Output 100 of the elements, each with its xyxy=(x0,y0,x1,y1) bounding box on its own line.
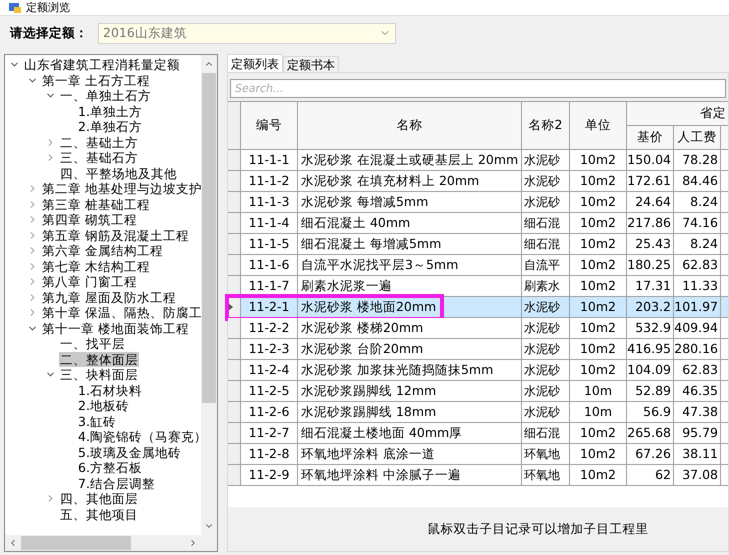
table-cell: 17.31 xyxy=(627,276,674,297)
table-cell: 11-2-1 xyxy=(241,297,298,318)
tree-item[interactable]: 1.单独土方 xyxy=(77,104,143,119)
column-header[interactable]: 名称2 xyxy=(522,102,570,150)
table-cell: 62.83 xyxy=(674,255,721,276)
table-cell: 水泥砂浆 楼地面20mm xyxy=(298,297,522,318)
table-cell: 11.33 xyxy=(674,276,721,297)
tree-item[interactable]: 第四章 砌筑工程 xyxy=(41,212,138,228)
table-cell: 环氧地 xyxy=(522,444,570,465)
table-cell: 10m2 xyxy=(570,465,627,486)
table-cell: 细石混凝土楼地面 40mm厚 xyxy=(298,423,522,444)
tree-item[interactable]: 第十章 保温、隔热、防腐工 xyxy=(41,305,201,320)
table-cell: 104.09 xyxy=(627,360,674,381)
table-cell: 10m2 xyxy=(570,276,627,297)
scroll-thumb[interactable] xyxy=(21,536,131,550)
tree-item[interactable]: 第五章 钢筋及混凝土工程 xyxy=(41,228,190,243)
table-cell: 11-1-5 xyxy=(241,234,298,255)
table-cell: 10m2 xyxy=(570,423,627,444)
tree-item[interactable]: 3.缸砖 xyxy=(77,414,117,429)
scroll-thumb[interactable] xyxy=(202,73,216,403)
tree-item[interactable]: 6.方整石板 xyxy=(77,460,143,476)
column-group-header: 省定 xyxy=(627,102,728,126)
column-header[interactable]: 人工费 xyxy=(674,126,721,150)
table-cell: 11-1-3 xyxy=(241,192,298,213)
search-field[interactable]: Search... xyxy=(230,79,726,98)
quota-dropdown[interactable]: 2016山东建筑 xyxy=(98,22,396,44)
tree-item[interactable]: 第一章 土石方工程 xyxy=(41,72,151,88)
table-cell: 自流平 xyxy=(522,255,570,276)
tree-item[interactable]: 第七章 木结构工程 xyxy=(41,258,151,274)
tree-item[interactable]: 第八章 门窗工程 xyxy=(41,274,138,290)
tree-item[interactable]: 二、基础土方 xyxy=(59,134,139,150)
table-cell: 10m2 xyxy=(570,444,627,465)
tab[interactable]: 定额书本 xyxy=(283,56,339,72)
table-cell: 水泥砂 xyxy=(522,318,570,339)
tree-item[interactable]: 第九章 屋面及防水工程 xyxy=(41,290,177,305)
tree-item[interactable]: 第二章 地基处理与边坡支护 xyxy=(41,181,201,196)
tree-item[interactable]: 2.单独石方 xyxy=(77,119,143,134)
table-cell: 细石混 xyxy=(522,423,570,444)
table-cell: 11-2-7 xyxy=(241,423,298,444)
table-cell: 8.24 xyxy=(674,192,721,213)
tree-item[interactable]: 第六章 金属结构工程 xyxy=(41,243,164,258)
table-cell: 11-1-6 xyxy=(241,255,298,276)
table-cell: 74.16 xyxy=(674,213,721,234)
table-cell: 84.46 xyxy=(674,171,721,192)
column-header[interactable]: 名称 xyxy=(298,102,522,150)
table-cell: 78.28 xyxy=(674,150,721,171)
column-header[interactable]: 编号 xyxy=(241,102,298,150)
table-cell: 47.38 xyxy=(674,402,721,423)
table-cell: 11-2-9 xyxy=(241,465,298,486)
tree-item[interactable]: 2.地板砖 xyxy=(77,398,130,414)
tree-item[interactable]: 三、基础石方 xyxy=(59,150,139,166)
tab[interactable]: 定额列表 xyxy=(227,54,283,72)
tree-item[interactable]: 1.石材块料 xyxy=(77,382,143,398)
table-cell: 11-1-1 xyxy=(241,150,298,171)
table-cell: 8.24 xyxy=(674,234,721,255)
tree-item[interactable]: 五、其他项目 xyxy=(59,506,139,522)
table-cell: 水泥砂 xyxy=(522,171,570,192)
table-cell: 532.9 xyxy=(627,318,674,339)
vertical-scrollbar[interactable] xyxy=(201,55,217,535)
table-cell: 203.2 xyxy=(627,297,674,318)
table-cell: 10m2 xyxy=(570,339,627,360)
table-cell: 37.08 xyxy=(674,465,721,486)
tree-item[interactable]: 二、整体面层 xyxy=(59,352,139,367)
tree-item[interactable]: 三、块料面层 xyxy=(59,367,139,382)
tree-item[interactable]: 7.结合层调整 xyxy=(77,476,156,491)
tree-item[interactable]: 5.玻璃及金属地砖 xyxy=(77,444,182,460)
table-cell: 细石混 xyxy=(522,213,570,234)
table-cell: 67.26 xyxy=(627,444,674,465)
table-cell: 11-1-4 xyxy=(241,213,298,234)
table-cell: 环氧地 xyxy=(522,465,570,486)
table-cell: 180.25 xyxy=(627,255,674,276)
table-cell: 水泥砂浆 台阶20mm xyxy=(298,339,522,360)
table-cell: 11-2-3 xyxy=(241,339,298,360)
table-cell: 10m2 xyxy=(570,297,627,318)
tree-item[interactable]: 山东省建筑工程消耗量定额 xyxy=(23,57,181,72)
table-cell: 10m2 xyxy=(570,234,627,255)
table-cell: 10m2 xyxy=(570,171,627,192)
table-cell: 38.11 xyxy=(674,444,721,465)
column-header[interactable]: 单位 xyxy=(570,102,627,150)
tree-item[interactable]: 一、找平层 xyxy=(59,336,126,352)
tree-item[interactable]: 一、单独土石方 xyxy=(59,88,152,104)
table-cell: 11-1-2 xyxy=(241,171,298,192)
tree-item[interactable]: 第十一章 楼地面装饰工程 xyxy=(41,320,190,336)
tree-item[interactable]: 四、其他面层 xyxy=(59,491,139,506)
horizontal-scrollbar[interactable] xyxy=(5,535,217,551)
tree-item[interactable]: 第三章 桩基础工程 xyxy=(41,196,151,212)
table-cell: 水泥砂浆 每增减5mm xyxy=(298,192,522,213)
tree-item[interactable]: 4.陶瓷锦砖（马赛克） xyxy=(77,429,201,444)
tree-item[interactable]: 四、平整场地及其他 xyxy=(59,166,178,181)
table-cell: 217.86 xyxy=(627,213,674,234)
table-cell: 10m xyxy=(570,402,627,423)
table-cell: 11-2-5 xyxy=(241,381,298,402)
table-cell: 52.89 xyxy=(627,381,674,402)
table-cell: 水泥砂 xyxy=(522,297,570,318)
column-header[interactable]: 基价 xyxy=(627,126,674,150)
table-cell: 150.04 xyxy=(627,150,674,171)
table-cell: 自流平水泥找平层3～5mm xyxy=(298,255,522,276)
table-cell: 409.94 xyxy=(674,318,721,339)
table-cell: 11-2-2 xyxy=(241,318,298,339)
field-label: 请选择定额： xyxy=(10,24,88,42)
